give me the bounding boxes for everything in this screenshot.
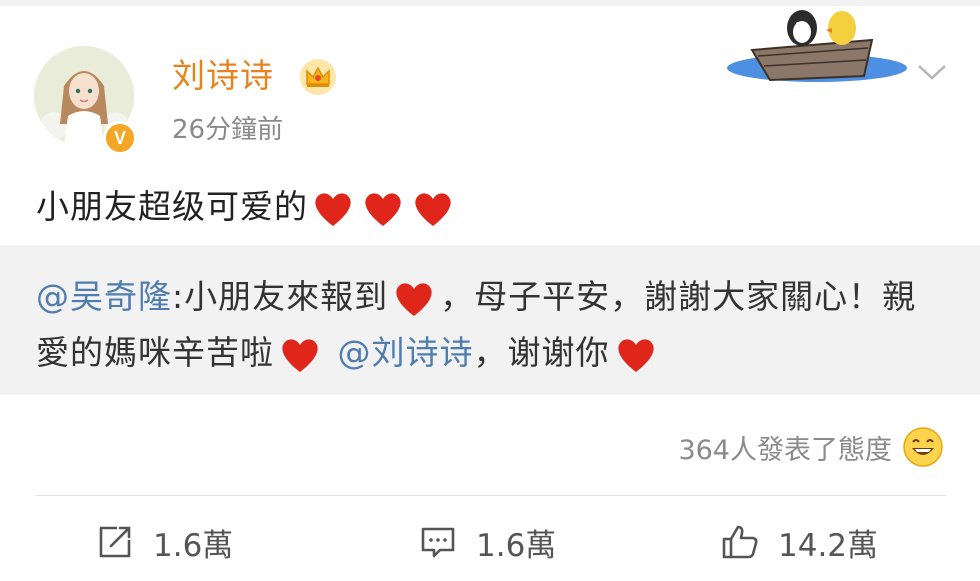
- post-time: 26分鐘前: [172, 115, 284, 145]
- smile-emoji-icon: [903, 427, 943, 467]
- heart-icon: [282, 338, 318, 372]
- chevron-down-icon[interactable]: [915, 58, 949, 86]
- repost-icon: [99, 526, 131, 558]
- verified-badge: V: [103, 121, 137, 155]
- repost-button[interactable]: 1.6萬: [95, 514, 233, 570]
- comment-count: 1.6萬: [476, 527, 557, 564]
- repost-count: 1.6萬: [153, 527, 234, 564]
- reactions-summary[interactable]: 364人發表了態度: [678, 426, 944, 468]
- crown-icon[interactable]: [299, 58, 337, 96]
- mention-link[interactable]: @刘诗诗: [338, 333, 474, 372]
- heart-icon: [617, 338, 654, 372]
- quoted-text-part: :小朋友來報到: [172, 277, 389, 316]
- quoted-text-part: ，谢谢你: [473, 333, 610, 372]
- reactions-count: 364人發表了態度: [678, 434, 892, 466]
- heart-icon: [365, 192, 401, 226]
- quoted-post[interactable]: @吴奇隆:小朋友來報到 ，母子平安，謝謝大家關心！親愛的媽咪辛苦啦 @刘诗诗，谢谢…: [0, 245, 980, 395]
- like-count: 14.2萬: [778, 527, 879, 564]
- comment-icon: [421, 527, 455, 558]
- post-text-content: 小朋友超级可爱的: [36, 187, 308, 226]
- boat-decoration: [727, 10, 907, 82]
- heart-icon: [315, 192, 351, 226]
- heart-icon: [415, 192, 451, 226]
- like-button[interactable]: 14.2萬: [720, 514, 878, 570]
- comment-button[interactable]: 1.6萬: [418, 514, 556, 570]
- heart-icon: [396, 282, 432, 316]
- mention-link[interactable]: @吴奇隆: [36, 277, 172, 316]
- weibo-post-card: V 刘诗诗 26分鐘前 小朋友超级可爱的 @吴奇隆:小朋友來報到 ，母子平安，謝謝…: [0, 6, 980, 581]
- author-name[interactable]: 刘诗诗: [172, 56, 274, 96]
- quoted-post-text: @吴奇隆:小朋友來報到 ，母子平安，謝謝大家關心！親愛的媽咪辛苦啦 @刘诗诗，谢谢…: [36, 269, 946, 381]
- post-text: 小朋友超级可爱的: [36, 184, 458, 230]
- like-icon: [722, 525, 758, 559]
- divider: [36, 495, 946, 496]
